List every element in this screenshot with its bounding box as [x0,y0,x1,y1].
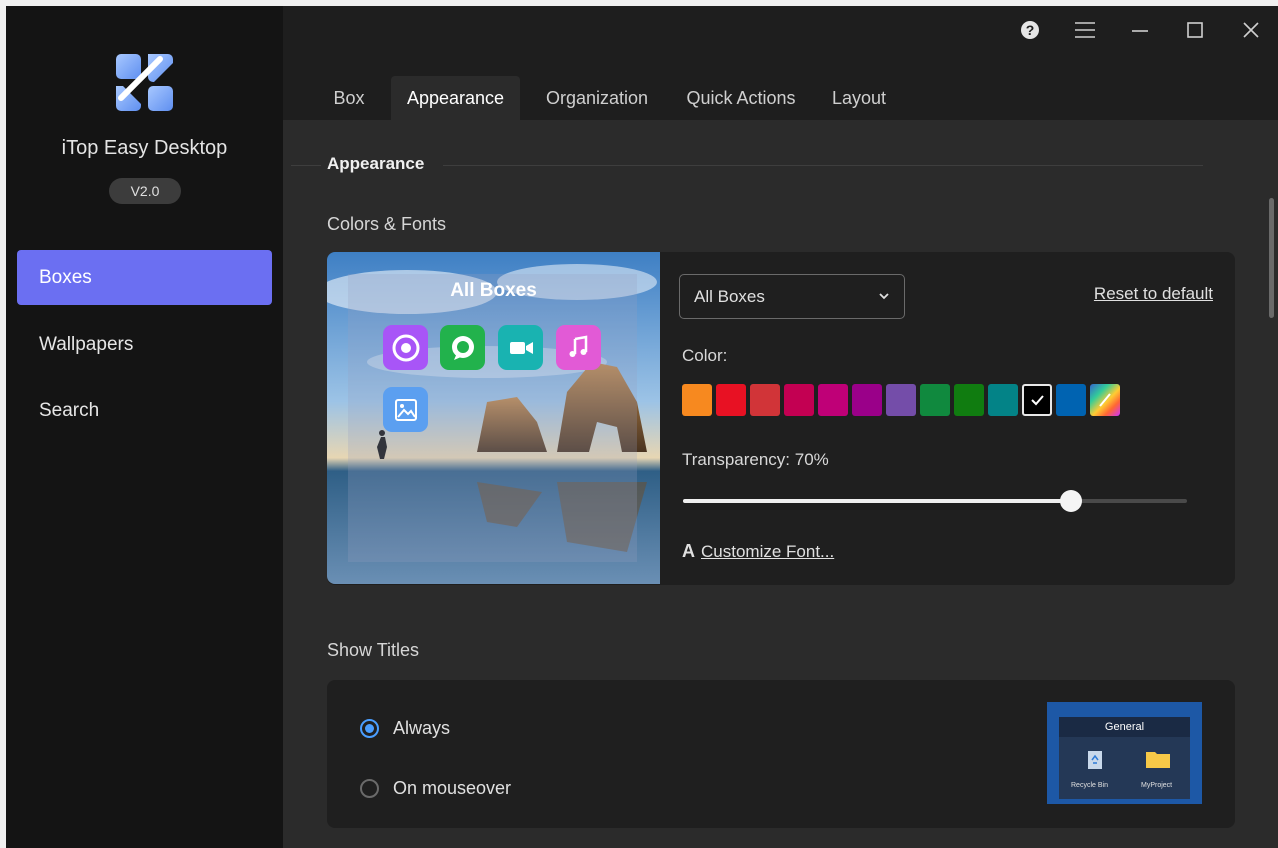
sidebar-item-wallpapers[interactable]: Wallpapers [17,317,272,372]
preview-box-title: All Boxes [450,280,537,301]
menu-icon [1075,22,1095,38]
sidebar: iTop Easy Desktop V2.0 Boxes Wallpapers … [6,6,283,848]
color-swatch[interactable] [920,384,950,416]
color-swatch[interactable] [954,384,984,416]
show-titles-title: Show Titles [327,640,420,660]
color-swatch[interactable] [1056,384,1086,416]
box-target-value: All Boxes [694,287,765,306]
radio-unselected-icon [360,779,379,798]
color-swatch[interactable] [682,384,712,416]
customize-font-link[interactable]: A Customize Font... [682,541,834,562]
app-name: iTop Easy Desktop [61,137,228,159]
titles-preview: General Recycle Bin MyProject [1047,702,1202,804]
transparency-slider[interactable] [683,490,1187,512]
colors-fonts-title: Colors & Fonts [327,214,447,234]
slider-thumb[interactable] [1060,490,1083,512]
color-swatch[interactable] [750,384,780,416]
tab-quick-actions[interactable]: Quick Actions [676,76,806,120]
color-swatch[interactable] [818,384,848,416]
box-preview: All Boxes [327,252,660,584]
color-swatch[interactable] [1022,384,1052,416]
folder-icon [1146,752,1170,768]
preview-header: General [1059,717,1190,737]
custom-color-swatch[interactable] [1090,384,1120,416]
box-target-select[interactable]: All Boxes [679,274,905,319]
close-button[interactable] [1236,16,1266,44]
version-badge: V2.0 [109,178,181,204]
color-swatch[interactable] [716,384,746,416]
minimize-button[interactable] [1124,16,1156,44]
app-window: iTop Easy Desktop V2.0 Boxes Wallpapers … [6,6,1278,848]
scrollbar[interactable] [1269,198,1274,318]
color-swatch[interactable] [988,384,1018,416]
whatsapp-icon [440,325,485,370]
chrome-icon [383,325,428,370]
photos-icon [383,387,428,432]
sidebar-item-label: Boxes [39,267,92,288]
minimize-icon [1132,30,1148,32]
sidebar-item-label: Wallpapers [39,334,134,355]
maximize-icon [1187,22,1203,38]
divider [291,165,321,166]
preview-item-label: MyProject [1141,782,1173,789]
radio-on-mouseover[interactable]: On mouseover [360,778,511,799]
color-swatch[interactable] [852,384,882,416]
font-icon: A [682,541,695,561]
appearance-panel: Appearance Colors & Fonts All Boxes All … [283,120,1278,848]
chevron-down-icon [879,293,889,300]
slider-fill [683,499,1072,503]
menu-button[interactable] [1069,16,1101,44]
radio-selected-icon [360,719,379,738]
recycle-bin-icon [1088,751,1102,769]
app-logo-icon [116,54,173,111]
radio-always[interactable]: Always [360,718,450,739]
close-icon [1243,22,1259,38]
color-swatch[interactable] [886,384,916,416]
help-icon: ? [1021,21,1039,39]
tab-appearance[interactable]: Appearance [391,76,520,120]
color-swatch[interactable] [784,384,814,416]
maximize-button[interactable] [1180,16,1210,44]
colors-fonts-card: All Boxes All Boxes Reset to default Col… [327,252,1235,585]
help-button[interactable]: ? [1016,16,1044,44]
color-label: Color: [682,346,728,365]
radio-label: Always [393,718,451,738]
preview-body: Recycle Bin MyProject [1059,737,1190,799]
svg-text:?: ? [1026,22,1035,38]
pen-icon [1099,393,1111,407]
transparency-label: Transparency: 70% [682,450,829,469]
sidebar-item-search[interactable]: Search [17,383,272,438]
reset-to-default-link[interactable]: Reset to default [1094,284,1213,304]
section-title: Appearance [327,154,425,173]
preview-item-label: Recycle Bin [1071,782,1108,789]
sidebar-item-label: Search [39,400,100,421]
check-icon [1031,395,1044,406]
music-icon [556,325,601,370]
tab-box[interactable]: Box [325,76,373,120]
show-titles-card: Always On mouseover General Recycle Bin … [327,680,1235,828]
sidebar-item-boxes[interactable]: Boxes [17,250,272,305]
tab-layout[interactable]: Layout [824,76,894,120]
radio-label: On mouseover [393,778,512,798]
customize-font-label: Customize Font... [701,542,835,561]
divider [443,165,1203,166]
video-icon [498,325,543,370]
tab-organization[interactable]: Organization [535,76,659,120]
